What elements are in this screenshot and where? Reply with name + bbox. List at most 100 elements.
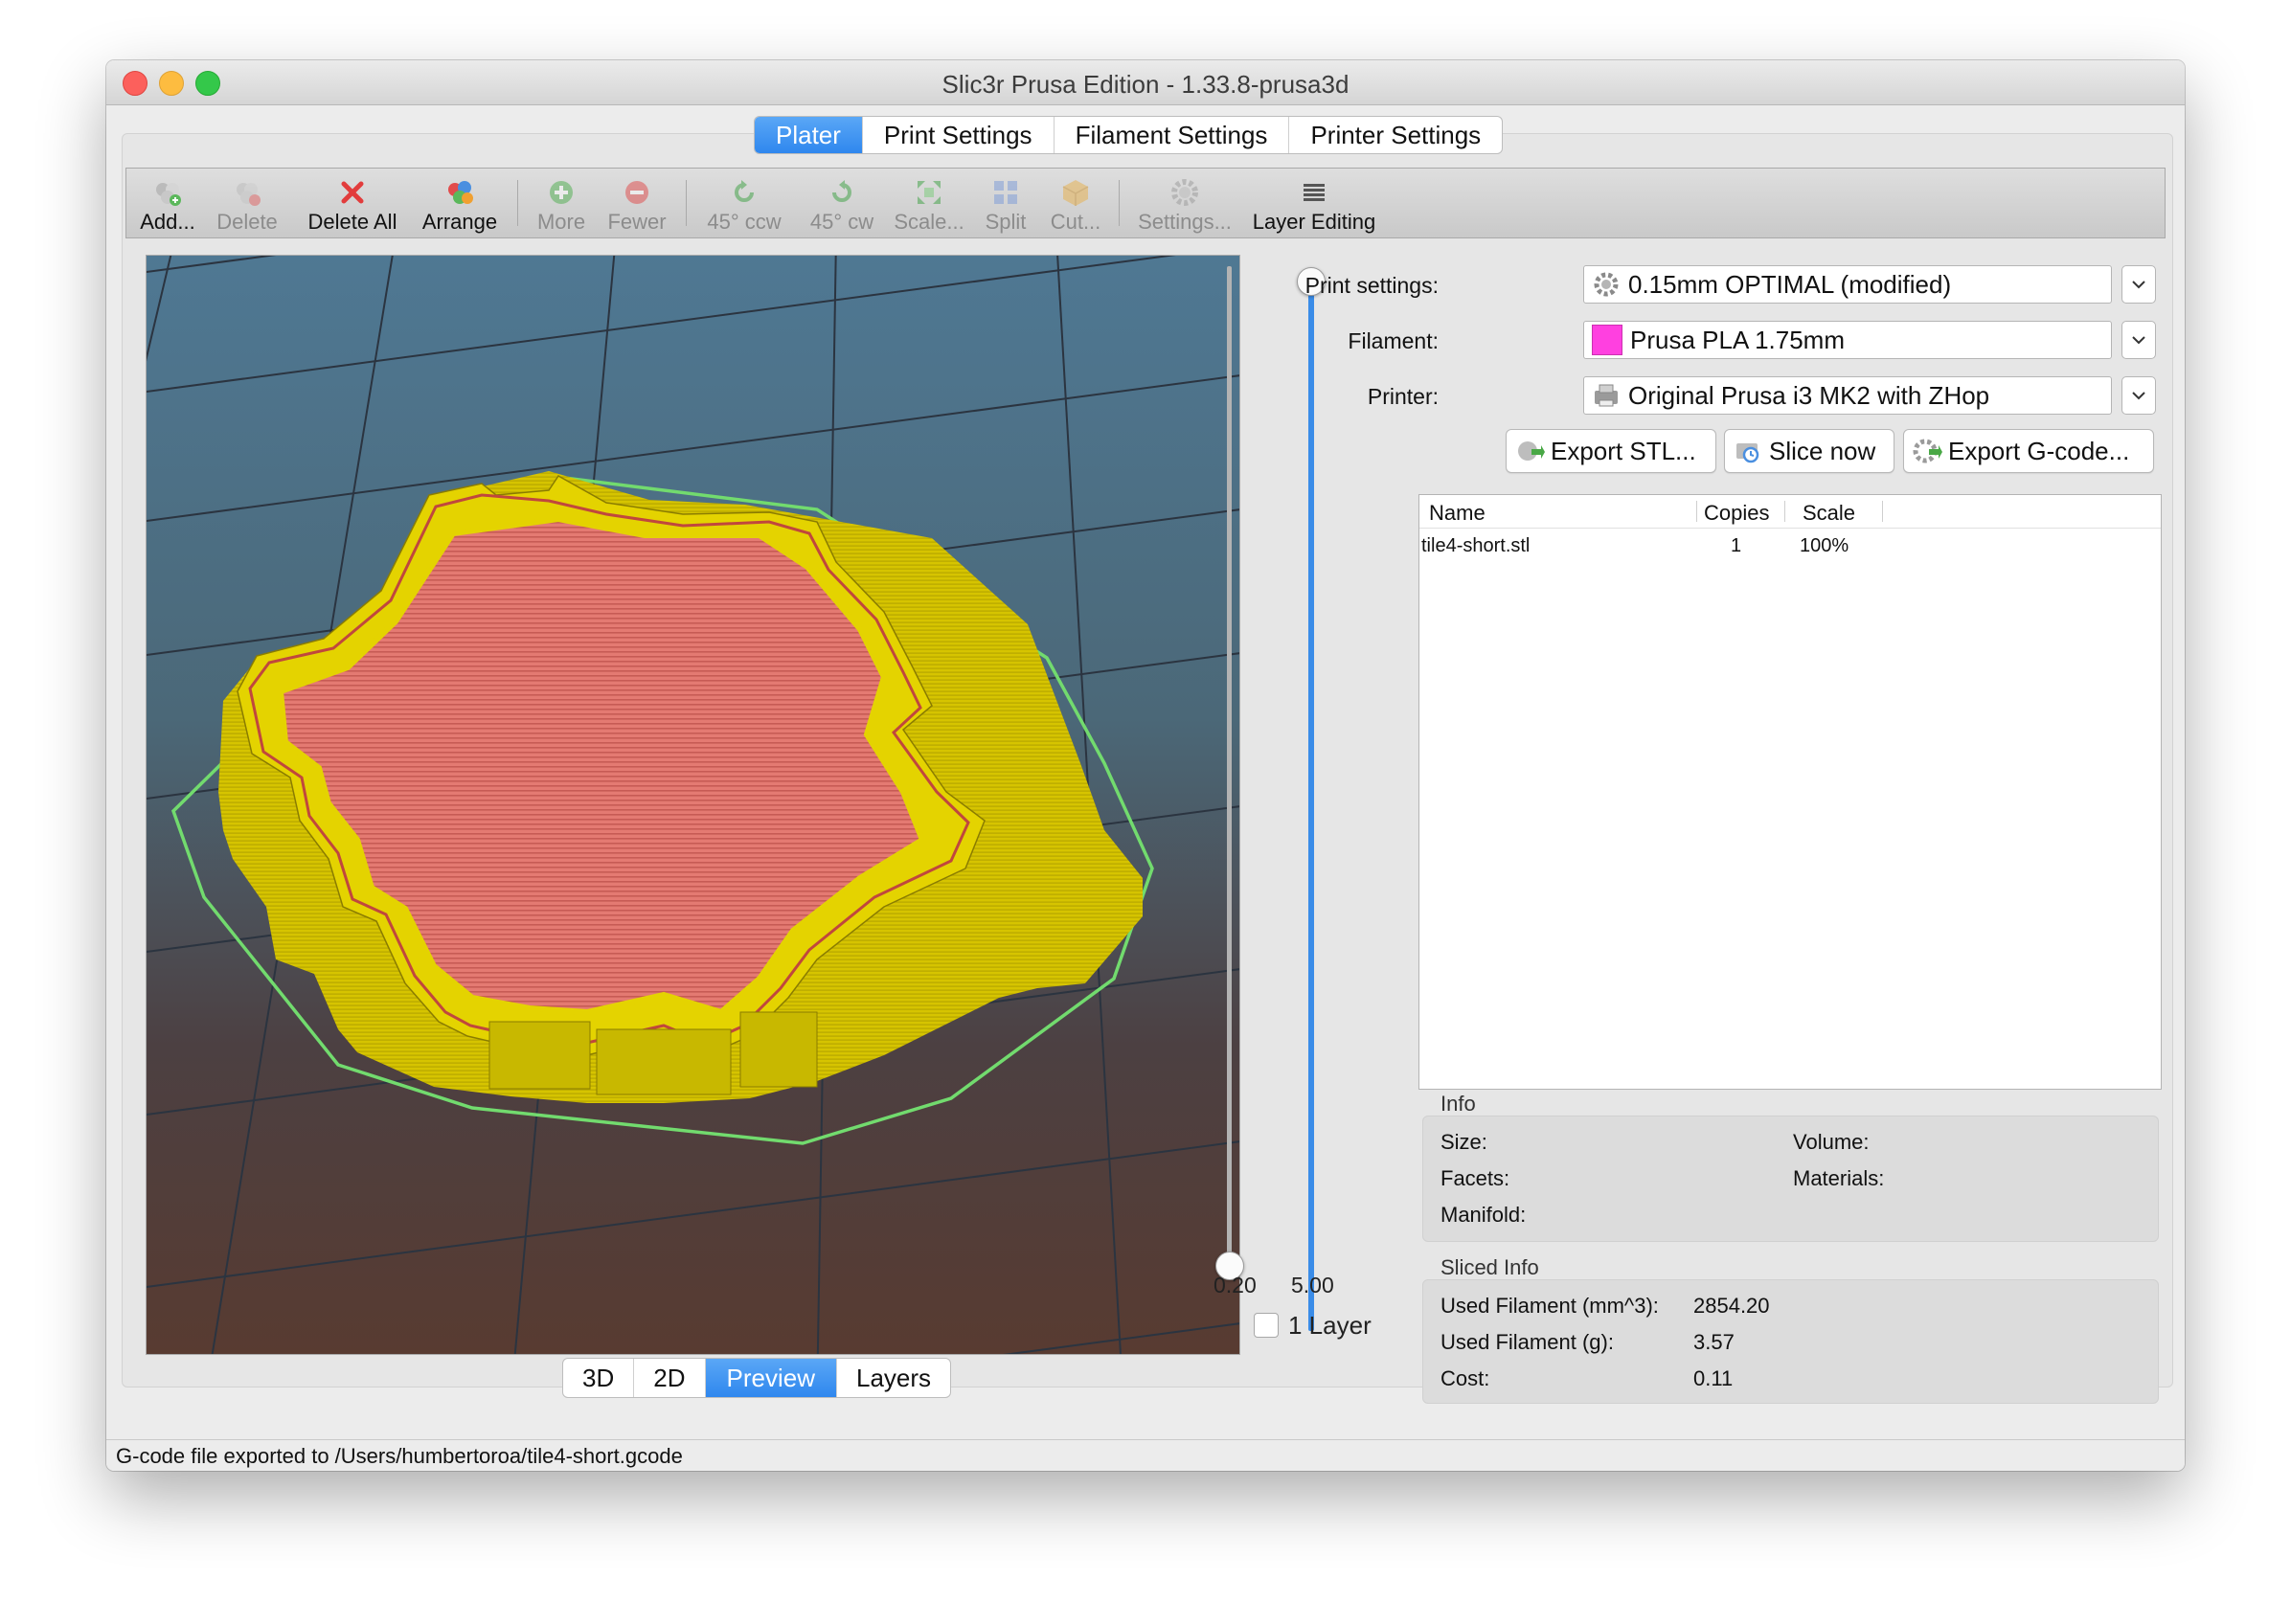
filament-dropdown[interactable] <box>2121 321 2156 359</box>
arrange-button[interactable]: Arrange <box>416 169 504 237</box>
object-settings-label: Settings... <box>1138 210 1232 234</box>
slice-now-button[interactable]: Slice now <box>1724 429 1894 473</box>
print-settings-label: Print settings: <box>1304 273 1439 298</box>
tab-printer-settings[interactable]: Printer Settings <box>1289 117 1502 153</box>
sliced-info-group: Used Filament (mm^3): 2854.20 Used Filam… <box>1422 1279 2159 1404</box>
object-scale-cell: 100% <box>1800 535 1849 556</box>
slice-icon <box>1736 443 1759 463</box>
print-settings-dropdown[interactable] <box>2121 265 2156 304</box>
add-button[interactable]: Add... <box>136 169 199 237</box>
rotate-cw-icon <box>832 180 851 202</box>
column-divider <box>1784 501 1785 522</box>
toolbar-separator <box>517 180 518 226</box>
export-gcode-button[interactable]: Export G-code... <box>1903 429 2154 473</box>
export-gcode-label: Export G-code... <box>1948 436 2130 465</box>
app-window: Slic3r Prusa Edition - 1.33.8-prusa3d Pl… <box>106 60 2185 1471</box>
used-filament-g-label: Used Filament (g): <box>1440 1330 1614 1354</box>
one-layer-checkbox[interactable] <box>1254 1313 1279 1338</box>
printer-select[interactable]: Original Prusa i3 MK2 with ZHop <box>1583 376 2112 415</box>
toolbar-separator <box>1119 180 1120 226</box>
tab-3d[interactable]: 3D <box>563 1359 635 1397</box>
object-settings-button[interactable]: Settings... <box>1132 169 1237 237</box>
object-list[interactable]: Name Copies Scale tile4-short.stl 1 100% <box>1418 494 2162 1090</box>
filament-select[interactable]: Prusa PLA 1.75mm <box>1583 321 2112 359</box>
rotate-ccw-icon <box>735 180 754 202</box>
tab-preview[interactable]: Preview <box>705 1359 837 1397</box>
toolbar-separator <box>686 180 687 226</box>
one-layer-label: 1 Layer <box>1288 1311 1372 1340</box>
preview-canvas[interactable] <box>146 255 1240 1355</box>
gear-icon <box>1594 272 1619 297</box>
layer-min-track[interactable] <box>1227 266 1232 1272</box>
scale-button[interactable]: Scale... <box>891 169 967 237</box>
rotate-ccw-label: 45° ccw <box>707 210 782 234</box>
fewer-label: Fewer <box>607 210 667 234</box>
layer-max-value: 5.00 <box>1291 1273 1334 1297</box>
window-title: Slic3r Prusa Edition - 1.33.8-prusa3d <box>941 70 1350 99</box>
cost-value: 0.11 <box>1693 1366 1734 1390</box>
chevron-down-icon <box>2132 392 2145 400</box>
column-name[interactable]: Name <box>1429 501 1486 526</box>
export-stl-icon <box>1518 441 1545 461</box>
toolpath-preview <box>147 256 1239 1354</box>
tab-print-settings[interactable]: Print Settings <box>863 117 1055 153</box>
printer-icon <box>1595 384 1618 407</box>
minus-circle-icon <box>625 181 648 204</box>
title-bar: Slic3r Prusa Edition - 1.33.8-prusa3d <box>106 60 2185 105</box>
column-scale[interactable]: Scale <box>1803 501 1855 526</box>
size-label: Size: <box>1440 1130 1487 1154</box>
facets-label: Facets: <box>1440 1166 1510 1190</box>
delete-icon <box>237 183 261 206</box>
export-stl-button[interactable]: Export STL... <box>1506 429 1716 473</box>
add-label: Add... <box>140 210 195 234</box>
used-filament-mm3-label: Used Filament (mm^3): <box>1440 1294 1659 1318</box>
more-button[interactable]: More <box>531 169 592 237</box>
split-label: Split <box>985 210 1027 234</box>
arrange-icon <box>448 181 473 204</box>
filament-label: Filament: <box>1348 328 1439 353</box>
export-gcode-icon <box>1913 439 1942 463</box>
delete-all-button[interactable]: Delete All <box>301 169 404 237</box>
delete-button[interactable]: Delete <box>211 169 284 237</box>
delete-all-icon <box>341 181 364 204</box>
used-filament-mm3-value: 2854.20 <box>1693 1294 1770 1318</box>
layer-min-value: 0.20 <box>1214 1273 1257 1297</box>
rotate-ccw-button[interactable]: 45° ccw <box>697 169 791 237</box>
cut-button[interactable]: Cut... <box>1044 169 1107 237</box>
export-stl-label: Export STL... <box>1551 436 1696 465</box>
column-divider <box>1882 501 1883 522</box>
delete-label: Delete <box>216 210 278 234</box>
tab-filament-settings[interactable]: Filament Settings <box>1055 117 1290 153</box>
printer-dropdown[interactable] <box>2121 376 2156 415</box>
scale-icon <box>918 181 941 204</box>
tab-layers[interactable]: Layers <box>837 1359 950 1397</box>
info-group: Size: Volume: Facets: Materials: Manifol… <box>1422 1116 2159 1242</box>
object-copies-cell: 1 <box>1731 535 1742 556</box>
layer-editing-button[interactable]: Layer Editing <box>1247 169 1381 237</box>
info-group-title: Info <box>1440 1092 1476 1116</box>
status-message: G-code file exported to /Users/humbertor… <box>116 1444 683 1468</box>
print-settings-select[interactable]: 0.15mm OPTIMAL (modified) <box>1583 265 2112 304</box>
tab-2d[interactable]: 2D <box>634 1359 706 1397</box>
materials-label: Materials: <box>1793 1166 1885 1190</box>
more-label: More <box>536 210 586 234</box>
layer-max-track[interactable] <box>1308 285 1314 1331</box>
cut-label: Cut... <box>1050 210 1101 234</box>
tab-plater[interactable]: Plater <box>755 117 863 153</box>
rotate-cw-button[interactable]: 45° cw <box>801 169 883 237</box>
volume-label: Volume: <box>1793 1130 1870 1154</box>
scale-label: Scale... <box>894 210 964 234</box>
cost-label: Cost: <box>1440 1366 1490 1390</box>
fewer-button[interactable]: Fewer <box>601 169 672 237</box>
layer-editing-label: Layer Editing <box>1252 210 1376 234</box>
plater-toolbar: Add... Delete Delete All Arrange More Fe… <box>125 168 2166 238</box>
view-mode-tabs: 3D 2D Preview Layers <box>562 1358 952 1398</box>
chevron-down-icon <box>2132 281 2145 289</box>
object-name-cell: tile4-short.stl <box>1421 535 1531 556</box>
manifold-label: Manifold: <box>1440 1203 1527 1227</box>
printer-label: Printer: <box>1367 384 1439 409</box>
column-copies[interactable]: Copies <box>1704 501 1769 526</box>
slice-now-label: Slice now <box>1769 436 1876 465</box>
split-button[interactable]: Split <box>975 169 1036 237</box>
delete-all-label: Delete All <box>307 210 397 234</box>
